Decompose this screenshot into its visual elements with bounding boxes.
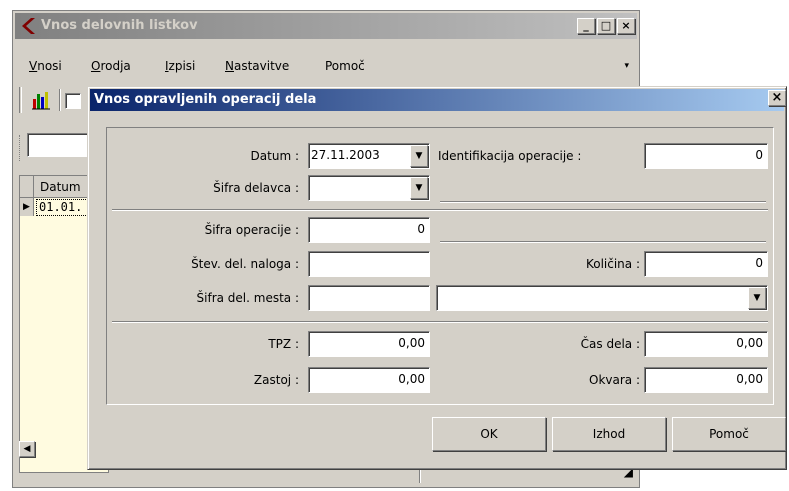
okvara-label: Okvara :	[589, 373, 640, 387]
dialog-titlebar[interactable]: Vnos opravljenih operacij dela	[90, 89, 784, 111]
zastoj-field[interactable]: 0,00	[308, 367, 430, 393]
identifikacija-field[interactable]: 0	[644, 143, 768, 169]
close-button[interactable]: ×	[617, 18, 635, 34]
sifra-operacije-label: Šifra operacije :	[204, 223, 299, 237]
kolicina-field[interactable]: 0	[644, 251, 768, 277]
grid-corner	[20, 176, 34, 198]
sifra-del-mesta-field[interactable]	[308, 285, 430, 311]
identifikacija-label: Identifikacija operacije :	[438, 149, 582, 163]
sifra-delavca-combo[interactable]: ▼	[308, 175, 430, 201]
scroll-left-button[interactable]: ◀	[19, 441, 35, 457]
menu-vnosi[interactable]: Vnosi	[29, 59, 62, 73]
back-window-title: Vnos delovnih listkov	[41, 18, 198, 33]
sifra-delavca-label: Šifra delavca :	[213, 181, 299, 195]
menu-nastavitve[interactable]: Nastavitve	[225, 59, 289, 73]
dialog-close-button[interactable]: ×	[768, 90, 786, 106]
menu-mnemonic: V	[29, 59, 38, 73]
chevron-down-icon[interactable]: ▼	[748, 287, 766, 309]
sifra-operacije-field[interactable]: 0	[308, 217, 430, 243]
cas-dela-field[interactable]: 0,00	[644, 331, 768, 357]
section-divider	[112, 321, 768, 323]
sifra-del-mesta-label: Šifra del. mesta :	[196, 291, 299, 305]
okvara-field[interactable]: 0,00	[644, 367, 768, 393]
chevron-down-icon[interactable]: ▼	[410, 177, 428, 199]
cas-dela-label: Čas dela :	[580, 337, 640, 351]
toolbar-grip[interactable]	[19, 87, 22, 113]
delavec-name-line	[440, 201, 766, 203]
menu-izpisi[interactable]: Izpisi	[165, 59, 195, 73]
section-divider	[112, 209, 768, 211]
datum-value: 27.11.2003	[311, 148, 380, 162]
tpz-label: TPZ :	[268, 337, 299, 351]
dialog-title: Vnos opravljenih operacij dela	[94, 92, 317, 107]
ok-button[interactable]: OK	[432, 417, 546, 451]
datum-combo[interactable]: 27.11.2003 ▼	[308, 143, 430, 169]
menubar: Vnosi Orodja Izpisi Nastavitve Pomoč ▾	[15, 55, 637, 77]
pomoc-button[interactable]: Pomoč	[672, 417, 786, 451]
chevron-down-icon[interactable]: ▾	[624, 61, 629, 71]
menu-label: Pomoč	[325, 59, 365, 73]
stev-del-naloga-label: Štev. del. naloga :	[191, 257, 299, 271]
menu-label: zpisi	[168, 59, 196, 73]
operacija-name-line	[440, 241, 766, 243]
tpz-field[interactable]: 0,00	[308, 331, 430, 357]
menu-mnemonic: N	[225, 59, 234, 73]
izhod-button[interactable]: Izhod	[552, 417, 666, 451]
back-window-titlebar[interactable]: Vnos delovnih listkov _ □ ×	[15, 13, 637, 39]
stev-del-naloga-field[interactable]	[308, 251, 430, 277]
chart-icon[interactable]	[31, 89, 51, 111]
zastoj-label: Zastoj :	[253, 373, 299, 387]
menu-orodja[interactable]: Orodja	[91, 59, 131, 73]
app-icon	[22, 18, 35, 34]
minimize-button[interactable]: _	[577, 18, 595, 34]
menu-label: nosi	[37, 59, 62, 73]
menu-pomoc[interactable]: Pomoč	[325, 59, 365, 73]
toolbar-checkbox[interactable]	[65, 93, 81, 109]
row-indicator-icon: ▶	[20, 198, 34, 216]
kolicina-label: Količina :	[585, 257, 640, 271]
toolbar-separator	[59, 89, 61, 111]
toolbar-grip[interactable]	[19, 135, 22, 161]
maximize-button[interactable]: □	[597, 18, 615, 34]
menu-label: rodja	[100, 59, 131, 73]
datum-label: Datum :	[250, 149, 299, 163]
operation-entry-dialog: Vnos opravljenih operacij dela × Datum :…	[87, 86, 787, 470]
chevron-down-icon[interactable]: ▼	[410, 145, 428, 167]
del-mesta-combo[interactable]: ▼	[436, 285, 768, 311]
menu-label: astavitve	[233, 59, 290, 73]
